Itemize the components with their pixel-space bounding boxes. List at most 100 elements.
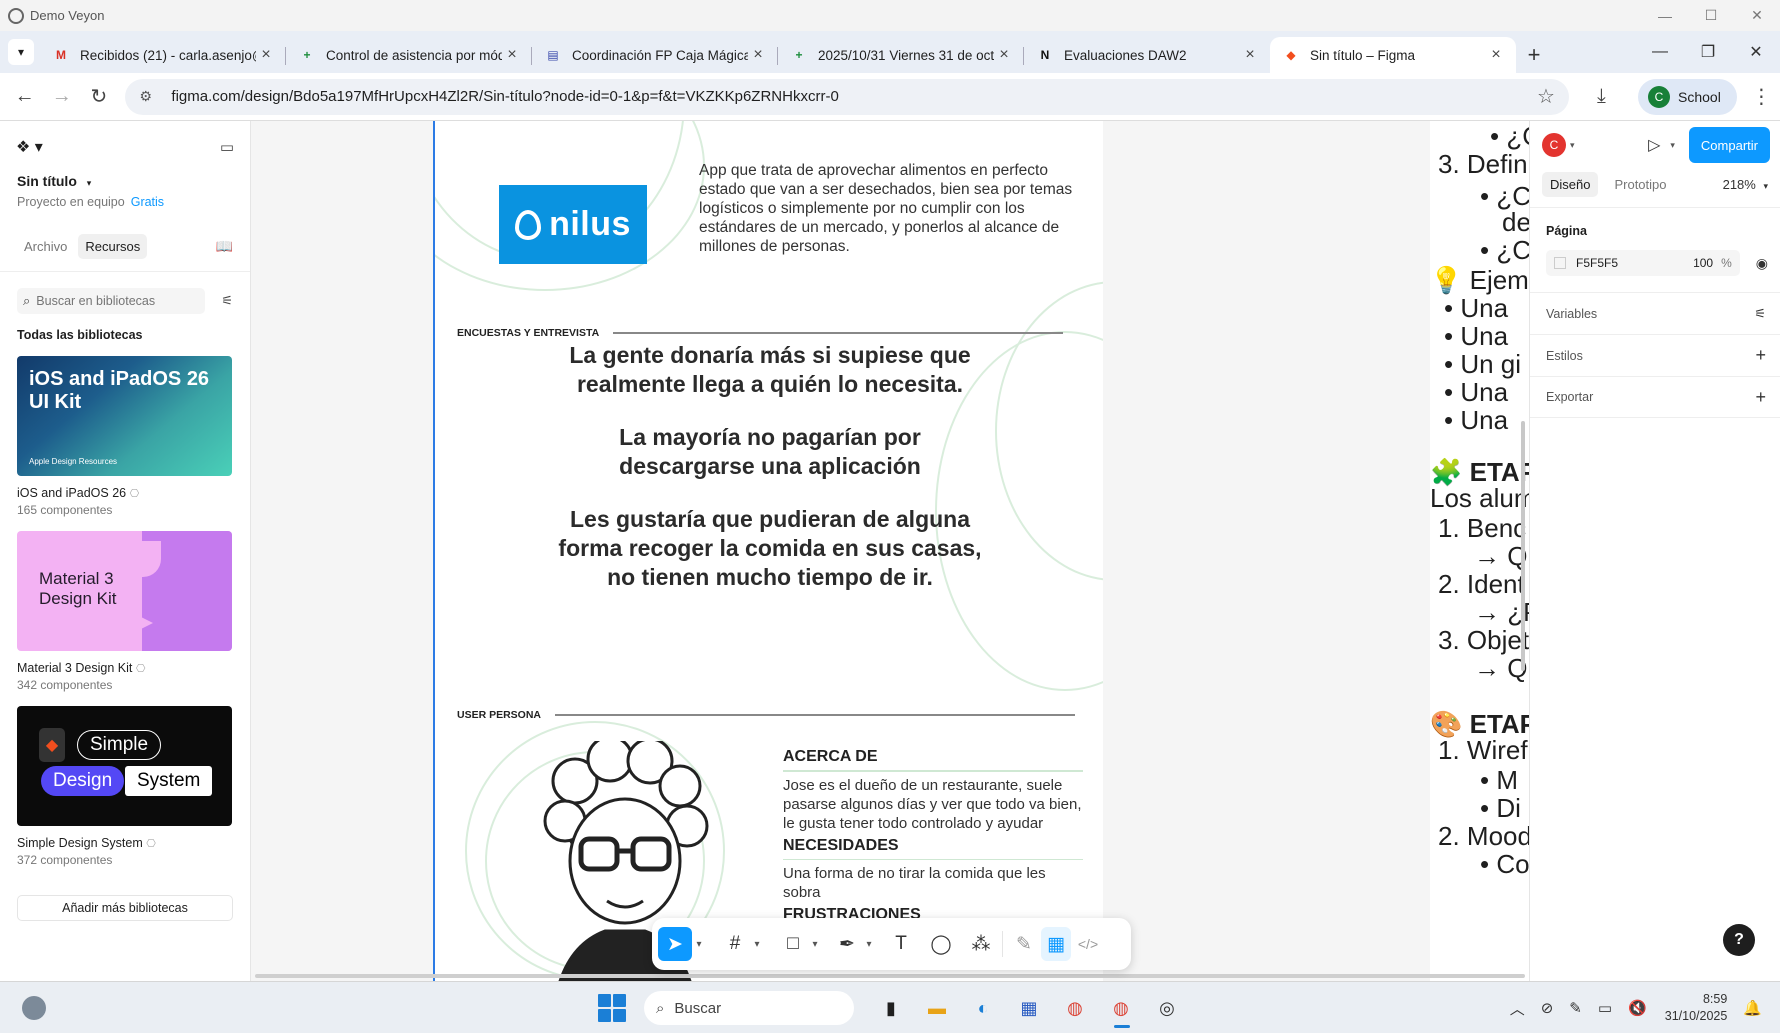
browser-tab[interactable]: N Evaluaciones DAW2 ×	[1024, 37, 1270, 73]
browser-tab[interactable]: +2025/10/31 Viernes 31 de octul ×	[778, 37, 1024, 73]
windows-start-icon[interactable]	[598, 994, 626, 1022]
taskbar-search[interactable]: ⌕ Buscar	[644, 991, 854, 1025]
shape-tool-dropdown[interactable]: ▾	[808, 927, 822, 961]
draw-mode[interactable]: ✎	[1009, 927, 1039, 961]
bookmark-star-icon[interactable]: ☆	[1537, 84, 1555, 109]
profile-button[interactable]: C School	[1638, 78, 1737, 115]
close-tab-icon[interactable]: ×	[994, 46, 1014, 64]
close-tab-icon[interactable]: ×	[1486, 46, 1506, 64]
plus-icon[interactable]: +	[1755, 345, 1766, 366]
design-frame[interactable]: nilus App que trata de aprovechar alimen…	[433, 121, 1103, 981]
shape-tool[interactable]: □	[778, 927, 808, 961]
tab-recursos[interactable]: Recursos	[78, 233, 148, 259]
present-play-icon[interactable]: ▷	[1648, 135, 1660, 155]
frame-tool-dropdown[interactable]: ▾	[750, 927, 764, 961]
horizontal-scrollbar[interactable]	[255, 974, 1525, 978]
volume-muted-icon[interactable]: 🔇	[1628, 999, 1647, 1017]
move-tool[interactable]: ➤	[658, 927, 692, 961]
display-icon[interactable]: ▭	[1598, 999, 1612, 1017]
network-off-icon[interactable]: ⊘	[1541, 999, 1554, 1017]
browser-tab[interactable]: ◆ Sin título – Figma ×	[1270, 37, 1516, 73]
close-tab-icon[interactable]: ×	[748, 46, 768, 64]
restore-icon[interactable]: ❐	[1684, 42, 1732, 62]
export-row[interactable]: Exportar +	[1530, 376, 1780, 418]
page-opacity[interactable]: 100	[1659, 256, 1713, 270]
toggle-sidebar-icon[interactable]: ▭	[220, 138, 234, 156]
variables-settings-icon[interactable]: ⚟	[1754, 306, 1766, 322]
chrome-icon[interactable]: ◍	[1056, 990, 1094, 1026]
task-view-icon[interactable]: ▮	[872, 990, 910, 1026]
library-card-ios[interactable]: iOS and iPadOS 26 UI Kit Apple Design Re…	[17, 356, 233, 517]
plus-icon[interactable]: +	[1755, 387, 1766, 408]
adjacent-document-frame[interactable]: • ¿C3. Defin• ¿Cde• ¿C💡 Ejemp• Una• Una•…	[1430, 121, 1529, 981]
zoom-menu[interactable]: 218% ▾	[1723, 177, 1768, 192]
back-button[interactable]: ←	[6, 78, 43, 116]
pen-tool-dropdown[interactable]: ▾	[862, 927, 876, 961]
dev-mode[interactable]: </>	[1073, 927, 1103, 961]
quote-line: La gente donaría más si supiese que	[569, 342, 971, 368]
move-tool-dropdown[interactable]: ▾	[692, 927, 706, 961]
reload-button[interactable]: ↻	[80, 78, 117, 116]
browser-menu-button[interactable]: ⋮	[1743, 78, 1780, 116]
veyon-icon[interactable]: ◎	[1148, 990, 1186, 1026]
share-button[interactable]: Compartir	[1688, 127, 1770, 163]
store-icon[interactable]: ▦	[1010, 990, 1048, 1026]
download-button[interactable]: ⤓	[1583, 78, 1620, 116]
styles-row[interactable]: Estilos +	[1530, 334, 1780, 376]
forward-button[interactable]: →	[43, 78, 80, 116]
browser-tab[interactable]: M Recibidos (21) - carla.asenjo@e ×	[40, 37, 286, 73]
pen-tool[interactable]: ✒	[832, 927, 862, 961]
chevron-up-icon[interactable]: ︿	[1510, 998, 1525, 1019]
clock[interactable]: 8:59 31/10/2025	[1665, 991, 1728, 1025]
library-card-simple[interactable]: ◆ Simple Design System Simple Design Sys…	[17, 706, 233, 867]
browser-tab[interactable]: + Control de asistencia por módu ×	[286, 37, 532, 73]
color-swatch[interactable]	[1554, 257, 1566, 269]
minimize-icon[interactable]: —	[1642, 0, 1688, 31]
close-tab-icon[interactable]: ×	[1240, 46, 1260, 64]
pen-icon[interactable]: ✎	[1569, 999, 1582, 1017]
page-fill-field[interactable]: F5F5F5 100 %	[1546, 250, 1740, 276]
library-book-icon[interactable]: 📖	[216, 238, 233, 255]
tab-archivo[interactable]: Archivo	[17, 234, 74, 259]
help-button[interactable]: ?	[1723, 924, 1755, 956]
library-card-material[interactable]: Material 3 Design Kit Material 3 Design …	[17, 531, 233, 692]
figma-canvas[interactable]: nilus App que trata de aprovechar alimen…	[251, 121, 1529, 981]
close-icon[interactable]: ✕	[1732, 42, 1780, 62]
edge-icon[interactable]: ◐	[964, 990, 1002, 1026]
address-bar[interactable]: ⚙ figma.com/design/Bdo5a197MfHrUpcxH4Zl2…	[125, 78, 1569, 115]
text-tool[interactable]: T	[886, 927, 916, 961]
plan-badge[interactable]: Gratis	[131, 195, 164, 209]
design-mode[interactable]: ▦	[1041, 927, 1071, 961]
variables-row[interactable]: Variables ⚟	[1530, 292, 1780, 334]
assets-tool[interactable]: ⁂	[966, 927, 996, 961]
file-name-menu[interactable]: Sin título ▾	[0, 173, 250, 189]
new-tab-button[interactable]: +	[1516, 37, 1552, 73]
maximize-icon[interactable]: ☐	[1688, 0, 1734, 31]
filter-icon[interactable]: ⚟	[221, 293, 233, 309]
tab-design[interactable]: Diseño	[1542, 171, 1599, 197]
tab-prototype[interactable]: Prototipo	[1606, 172, 1674, 197]
chevron-down-icon[interactable]: ▾	[1570, 140, 1575, 151]
file-explorer-icon[interactable]: ▬	[918, 990, 956, 1026]
document-line: • ¿C	[1480, 235, 1529, 265]
browser-tab[interactable]: ▤ Coordinación FP Caja Mágica ×	[532, 37, 778, 73]
notification-icon[interactable]: 🔔	[1743, 999, 1762, 1017]
chevron-down-icon[interactable]: ▾	[1670, 140, 1675, 151]
weather-widget-icon[interactable]	[22, 996, 46, 1020]
frame-tool[interactable]: #	[720, 927, 750, 961]
figma-menu-icon[interactable]: ❖ ▾	[16, 137, 43, 157]
vertical-scrollbar[interactable]	[1521, 421, 1525, 671]
chrome-profile-icon[interactable]: ◍	[1102, 990, 1140, 1028]
eye-icon[interactable]: ◉	[1756, 255, 1768, 272]
close-tab-icon[interactable]: ×	[502, 46, 522, 64]
page-color-hex[interactable]: F5F5F5	[1576, 256, 1659, 270]
comment-tool[interactable]: ◯	[926, 927, 956, 961]
library-search-input[interactable]	[36, 294, 197, 308]
tab-search-button[interactable]: ▾	[8, 39, 34, 65]
close-icon[interactable]: ✕	[1734, 0, 1780, 31]
minimize-icon[interactable]: —	[1636, 43, 1684, 61]
close-tab-icon[interactable]: ×	[256, 46, 276, 64]
add-libraries-button[interactable]: Añadir más bibliotecas	[17, 895, 233, 921]
site-info-icon[interactable]: ⚙	[139, 88, 159, 105]
user-avatar[interactable]: C	[1542, 133, 1566, 157]
